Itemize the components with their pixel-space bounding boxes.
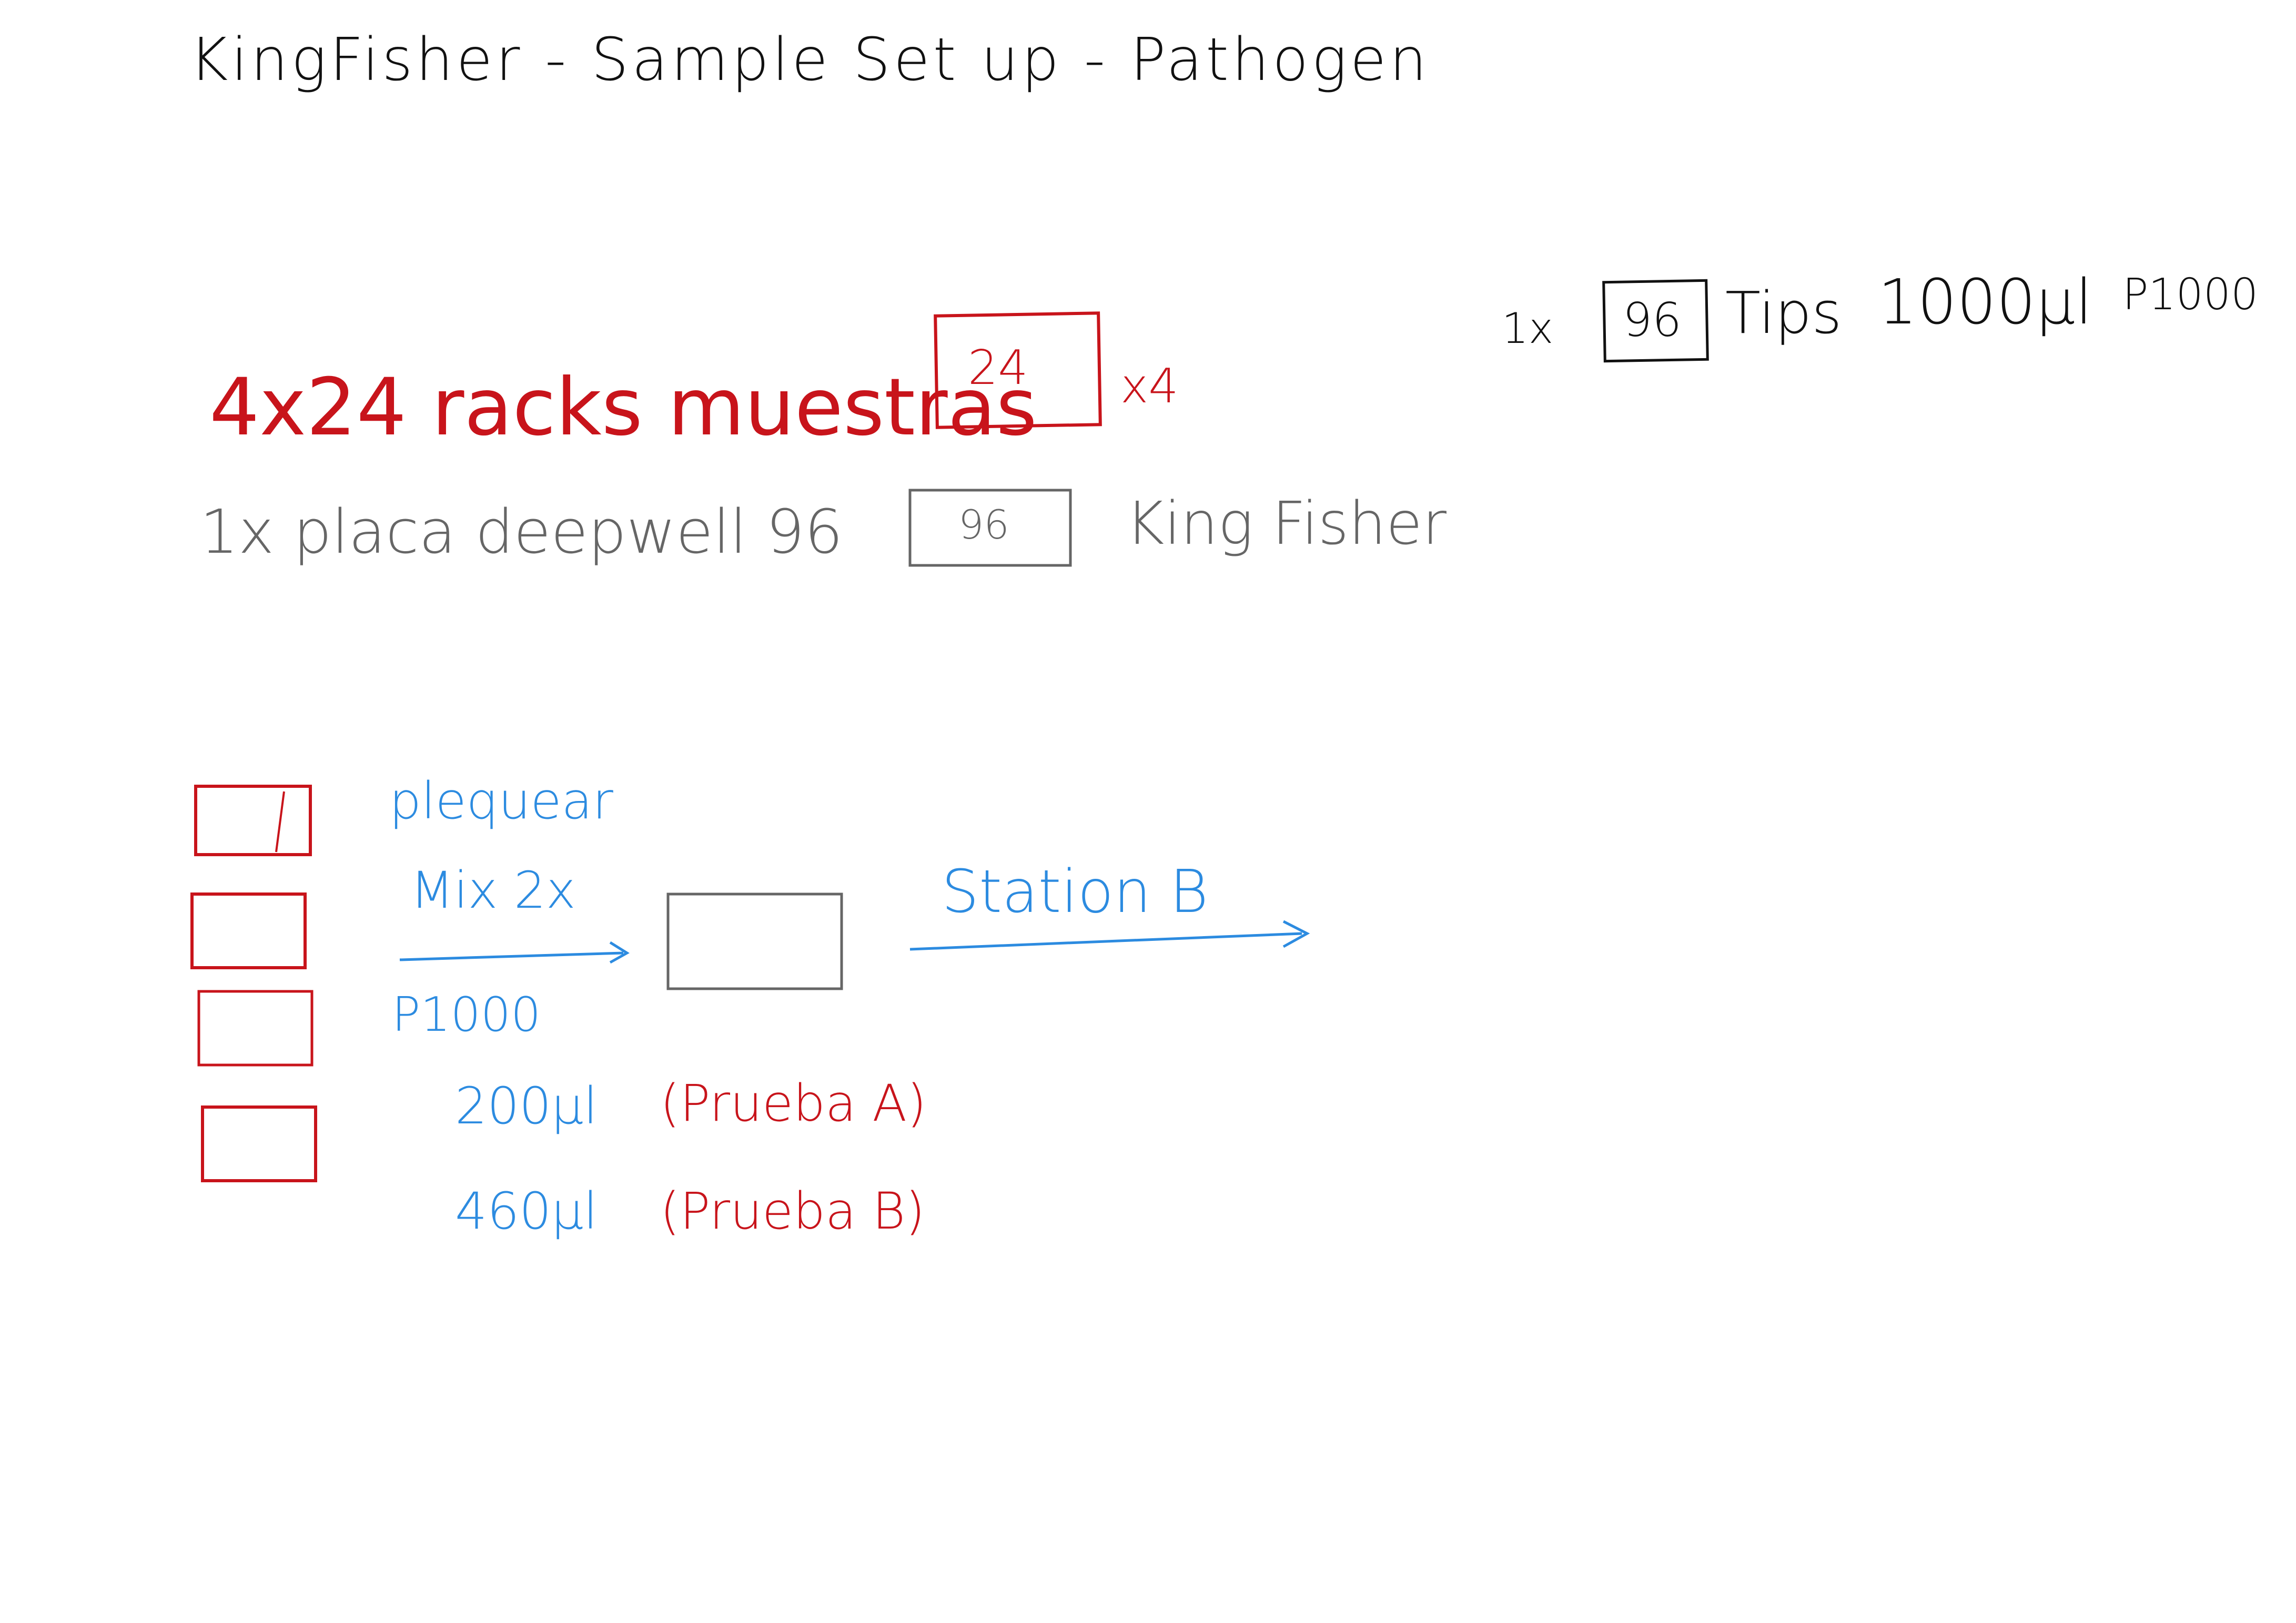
sample-rack-1-mark <box>275 791 285 853</box>
plate-target: King Fisher <box>1126 490 1447 558</box>
flow-plate <box>666 892 843 990</box>
tips-box-label: 96 <box>1623 293 1682 347</box>
sample-rack-1 <box>194 785 312 856</box>
flow-action: plequear <box>389 772 613 830</box>
flow-volume-a: 200µl <box>455 1077 598 1135</box>
page-title: KingFisher - Sample Set up - Pathogen <box>189 26 1430 94</box>
plate-box-label: 96 <box>958 501 1009 548</box>
arrow-to-station <box>909 932 1302 951</box>
sketch-strokes <box>190 279 1709 1182</box>
tips-pipette: P1000 <box>2122 270 2259 320</box>
tips-volume: 1000µl <box>1878 266 2093 338</box>
flow-mix: Mix 2x <box>410 861 576 920</box>
flow-station: Station B <box>942 858 1209 926</box>
arrow-to-plate <box>399 951 624 961</box>
sample-rack-3 <box>197 990 313 1067</box>
tips-label: Tips <box>1725 279 1842 347</box>
racks-multiplier: x4 <box>1120 359 1179 414</box>
flow-label-a: (Prueba A) <box>660 1074 927 1133</box>
flow-volume-b: 460µl <box>455 1182 598 1241</box>
tips-count: 1x <box>1502 304 1554 353</box>
plate-label: 1x placa deepwell 96 <box>200 497 843 567</box>
rack-box-label: 24 <box>968 340 1028 395</box>
sample-rack-4 <box>201 1105 317 1182</box>
flow-label-b: (Prueba B) <box>660 1182 925 1241</box>
flow-pipette: P1000 <box>392 987 541 1042</box>
sample-rack-2 <box>190 892 307 969</box>
racks-label: 4x24 racks muestras <box>209 362 1037 453</box>
